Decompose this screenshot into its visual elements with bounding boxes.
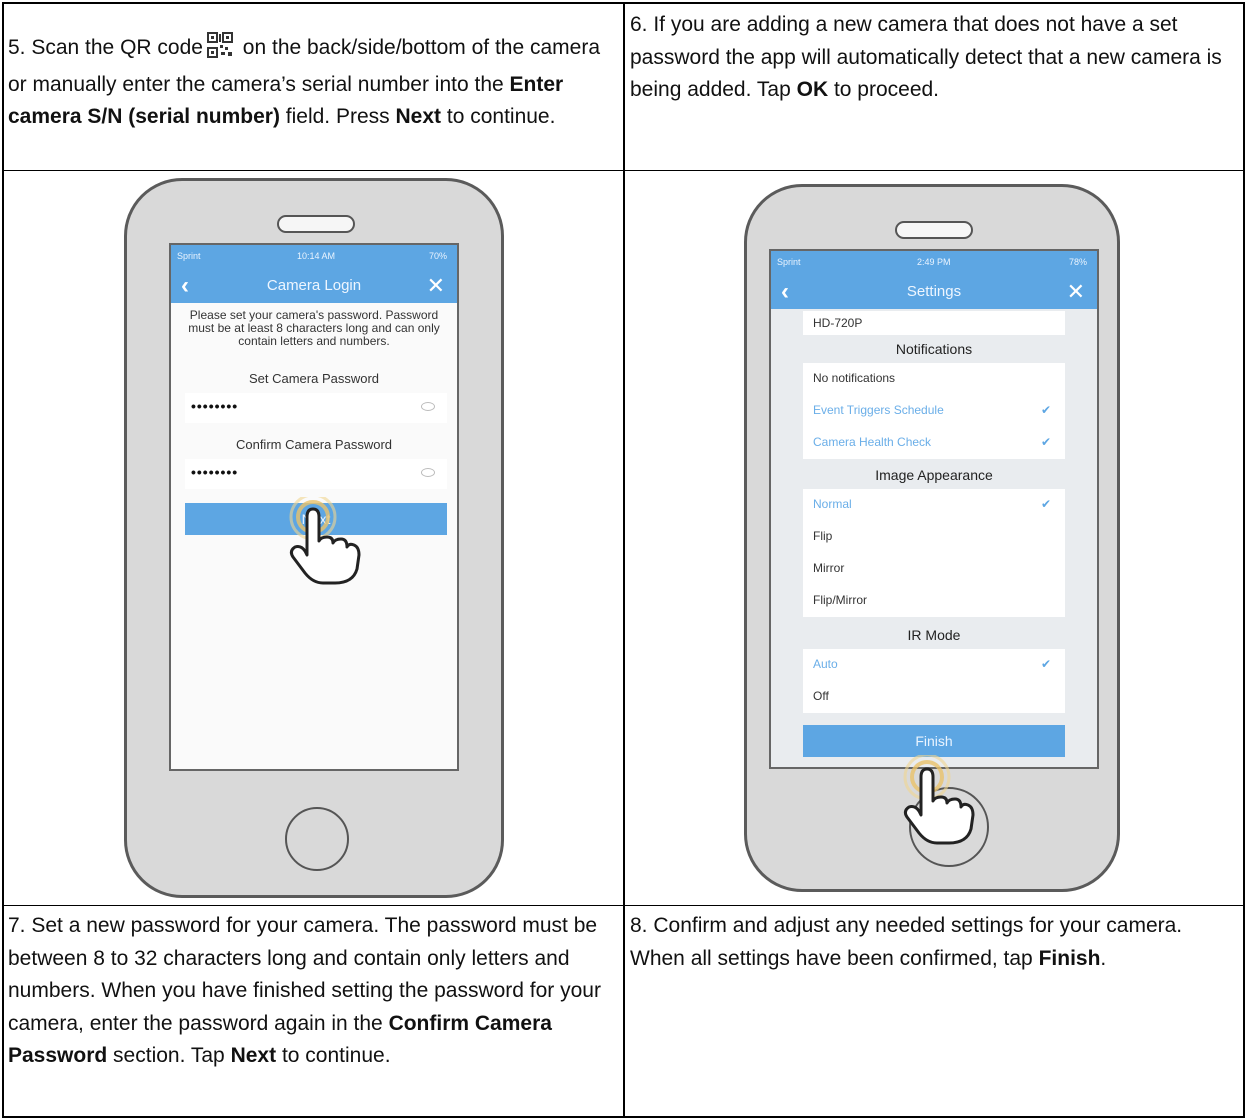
phone-2-screen: Sprint 2:49 PM 78% ‹ Settings ✕ HD-720P … <box>769 249 1099 769</box>
finish-button[interactable]: Finish <box>803 725 1065 757</box>
ir-option[interactable]: Auto <box>813 657 838 671</box>
step-5-text: 5. Scan the QR code on the back/side/bot… <box>8 32 613 134</box>
carrier-label: Sprint <box>177 251 201 261</box>
image-option[interactable]: Flip <box>813 529 832 543</box>
close-icon[interactable]: ✕ <box>1067 279 1085 305</box>
image-option[interactable]: Mirror <box>813 561 844 575</box>
phone-1-speaker <box>277 215 355 233</box>
nav-bar: ‹ Camera Login ✕ <box>171 269 457 303</box>
battery-label: 78% <box>1068 257 1087 267</box>
phone-1-screen: Sprint 10:14 AM 70% ‹ Camera Login ✕ Ple… <box>169 243 459 771</box>
phone-1-illustration: Sprint 10:14 AM 70% ‹ Camera Login ✕ Ple… <box>110 172 516 904</box>
set-password-value: •••••••• <box>191 398 239 414</box>
notification-option[interactable]: Event Triggers Schedule <box>813 403 944 417</box>
close-icon[interactable]: ✕ <box>427 273 445 299</box>
nav-bar: ‹ Settings ✕ <box>771 275 1097 309</box>
table-divider-row2 <box>2 905 1245 906</box>
set-password-label: Set Camera Password <box>248 371 380 386</box>
checkmark-icon: ✔ <box>1040 435 1051 449</box>
battery-label: 70% <box>428 251 447 261</box>
image-option[interactable]: Flip/Mirror <box>813 593 867 607</box>
notification-option[interactable]: No notifications <box>813 371 895 385</box>
ir-mode-list: Auto ✔ Off <box>803 649 1065 713</box>
image-appearance-header: Image Appearance <box>875 467 993 483</box>
confirm-password-field[interactable]: •••••••• <box>185 459 447 489</box>
ir-mode-header: IR Mode <box>907 627 961 643</box>
qr-code-icon <box>206 32 233 69</box>
step-7-text: 7. Set a new password for your camera. T… <box>8 914 601 1067</box>
phone-2-speaker <box>895 221 973 239</box>
notifications-header: Notifications <box>895 341 973 357</box>
resolution-row[interactable]: HD-720P <box>803 311 1065 335</box>
step-6-text: 6. If you are adding a new camera that d… <box>630 13 1222 101</box>
phone-1-home-button <box>285 807 349 871</box>
notification-option[interactable]: Camera Health Check <box>813 435 931 449</box>
set-password-field[interactable]: •••••••• <box>185 393 447 423</box>
phone-2-body: Sprint 2:49 PM 78% ‹ Settings ✕ HD-720P … <box>744 184 1120 892</box>
checkmark-icon: ✔ <box>1040 657 1051 671</box>
password-instructions: Please set your camera's password. Passw… <box>188 308 440 348</box>
resolution-value: HD-720P <box>813 316 863 330</box>
status-bar: Sprint 2:49 PM 78% <box>771 251 1097 275</box>
tap-hand-icon <box>289 497 361 585</box>
phone-1-body: Sprint 10:14 AM 70% ‹ Camera Login ✕ Ple… <box>124 178 504 898</box>
confirm-password-value: •••••••• <box>191 464 239 480</box>
eye-icon[interactable] <box>421 468 435 477</box>
screen-title: Settings <box>906 283 962 300</box>
table-divider-row1 <box>2 170 1245 171</box>
instruction-table: 5. Scan the QR code on the back/side/bot… <box>2 2 1245 1118</box>
ir-option[interactable]: Off <box>813 689 829 703</box>
eye-icon[interactable] <box>421 402 435 411</box>
phone-2-illustration: Sprint 2:49 PM 78% ‹ Settings ✕ HD-720P … <box>722 172 1142 904</box>
time-label: 2:49 PM <box>917 257 951 267</box>
tap-hand-icon <box>903 755 975 845</box>
time-label: 10:14 AM <box>297 251 336 261</box>
status-bar: Sprint 10:14 AM 70% <box>171 245 457 269</box>
step-8-text: 8. Confirm and adjust any needed setting… <box>630 914 1183 970</box>
confirm-password-label: Confirm Camera Password <box>235 437 393 452</box>
checkmark-icon: ✔ <box>1040 497 1051 511</box>
carrier-label: Sprint <box>777 257 801 267</box>
screen-title: Camera Login <box>266 277 362 294</box>
checkmark-icon: ✔ <box>1040 403 1051 417</box>
image-appearance-list: Normal ✔ Flip Mirror Flip/Mirror <box>803 489 1065 617</box>
image-option[interactable]: Normal <box>813 497 852 511</box>
notifications-list: No notifications Event Triggers Schedule… <box>803 363 1065 459</box>
